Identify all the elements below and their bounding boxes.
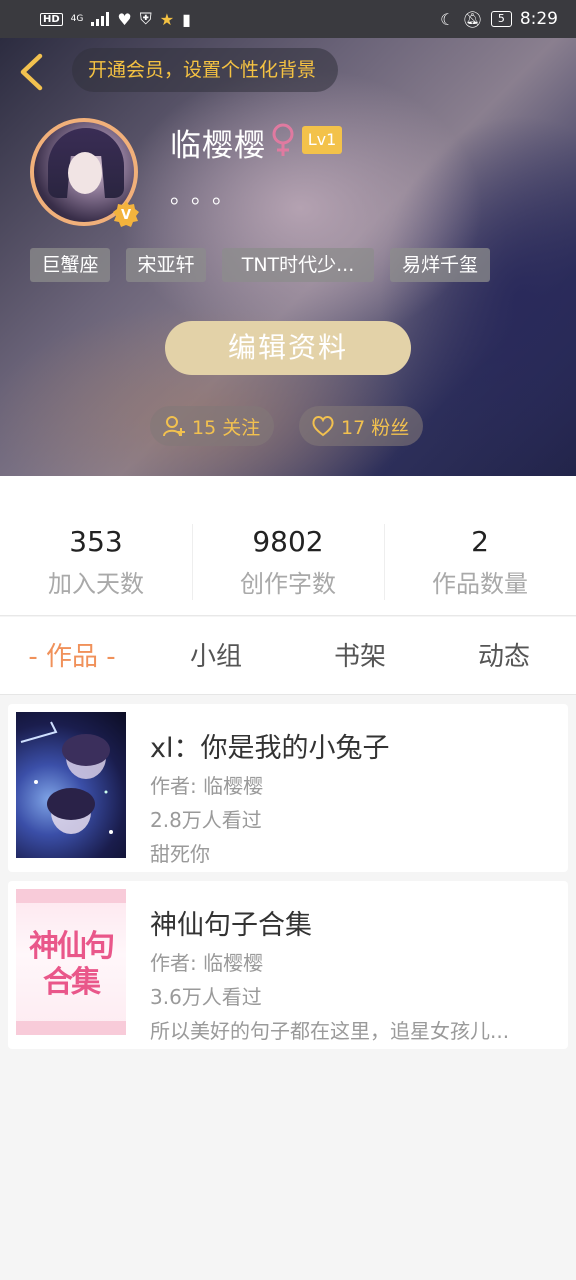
- network-type: 4G: [70, 13, 84, 24]
- username: 临樱樱: [170, 128, 266, 164]
- vip-banner[interactable]: 开通会员，设置个性化背景: [72, 48, 339, 92]
- shield-icon: ⛨: [139, 9, 152, 28]
- book-cover: [16, 712, 126, 858]
- followers-button[interactable]: 17 粉丝: [299, 406, 424, 446]
- female-icon: [272, 123, 294, 156]
- book-author: 作者: 临樱樱: [150, 951, 264, 975]
- sim-alert-icon: ▮: [182, 9, 191, 29]
- book-title: 神仙句子合集: [150, 910, 312, 941]
- book-views: 2.8万人看过: [150, 808, 262, 832]
- followers-count: 17 粉丝: [341, 416, 410, 439]
- level-badge: Lv1: [302, 126, 342, 154]
- stat-value: 353: [69, 525, 123, 558]
- book-title: xl：你是我的小兔子: [150, 733, 390, 764]
- stat-label: 加入天数: [48, 570, 144, 598]
- status-bar: HD 4G ♥ ⛨ ★ ▮ ☾ 🔕︎ 5 8:29: [0, 0, 576, 38]
- book-views: 3.6万人看过: [150, 985, 262, 1009]
- tab-works[interactable]: - 作品 -: [0, 617, 144, 695]
- tab-groups[interactable]: 小组: [144, 617, 288, 695]
- stat-works-count: 2 作品数量: [384, 524, 576, 599]
- book-description: 甜死你: [150, 842, 210, 866]
- bio: 。。。: [170, 184, 245, 209]
- book-description: 所以美好的句子都在这里，追星女孩儿...: [150, 1019, 510, 1043]
- avatar[interactable]: V: [30, 118, 139, 227]
- stat-label: 创作字数: [240, 570, 336, 598]
- stat-value: 2: [471, 525, 489, 558]
- stat-join-days: 353 加入天数: [0, 524, 192, 599]
- stat-word-count: 9802 创作字数: [192, 524, 384, 599]
- profile-header: 开通会员，设置个性化背景 V 临樱樱 Lv1 。。。 巨蟹座 宋亚轩 TNT时代…: [0, 38, 576, 476]
- stat-label: 作品数量: [432, 570, 528, 598]
- tag-item[interactable]: 宋亚轩: [126, 248, 206, 282]
- heart-rate-icon: ♥: [117, 9, 132, 29]
- edit-profile-button[interactable]: 编辑资料: [165, 321, 411, 375]
- book-cover: 神仙句合集: [16, 889, 126, 1035]
- tab-bar: - 作品 - 小组 书架 动态: [0, 617, 576, 695]
- tag-item[interactable]: TNT时代少...: [222, 248, 374, 282]
- tag-item[interactable]: 巨蟹座: [30, 248, 110, 282]
- work-card[interactable]: xl：你是我的小兔子 作者: 临樱樱 2.8万人看过 甜死你: [8, 704, 568, 872]
- verified-badge-icon: V: [113, 201, 139, 227]
- svg-text:V: V: [121, 208, 131, 223]
- tab-activity[interactable]: 动态: [432, 617, 576, 695]
- tab-bookshelf[interactable]: 书架: [288, 617, 432, 695]
- heart-icon: [312, 416, 334, 437]
- cover-art-icon: [20, 721, 113, 834]
- stats-panel: 353 加入天数 9802 创作字数 2 作品数量: [0, 476, 576, 616]
- user-add-icon: [163, 416, 185, 437]
- following-count: 15 关注: [192, 416, 261, 439]
- battery-icon: 5: [490, 11, 512, 27]
- following-button[interactable]: 15 关注: [150, 406, 275, 446]
- star-icon: ★: [159, 9, 175, 29]
- back-button[interactable]: [14, 52, 48, 92]
- chevron-left-icon: [20, 53, 43, 91]
- tag-item[interactable]: 易烊千玺: [390, 248, 490, 282]
- clock: 8:29: [519, 9, 558, 29]
- stat-value: 9802: [252, 525, 324, 558]
- moon-icon: ☾: [440, 9, 455, 29]
- signal-icon: [91, 12, 110, 26]
- work-card[interactable]: 神仙句合集 神仙句子合集 作者: 临樱樱 3.6万人看过 所以美好的句子都在这里…: [8, 881, 568, 1049]
- hd-icon: HD: [40, 12, 63, 26]
- book-author: 作者: 临樱樱: [150, 774, 264, 798]
- mute-bell-icon: 🔕︎: [462, 9, 483, 29]
- cover-title: 神仙句合集: [29, 929, 115, 1000]
